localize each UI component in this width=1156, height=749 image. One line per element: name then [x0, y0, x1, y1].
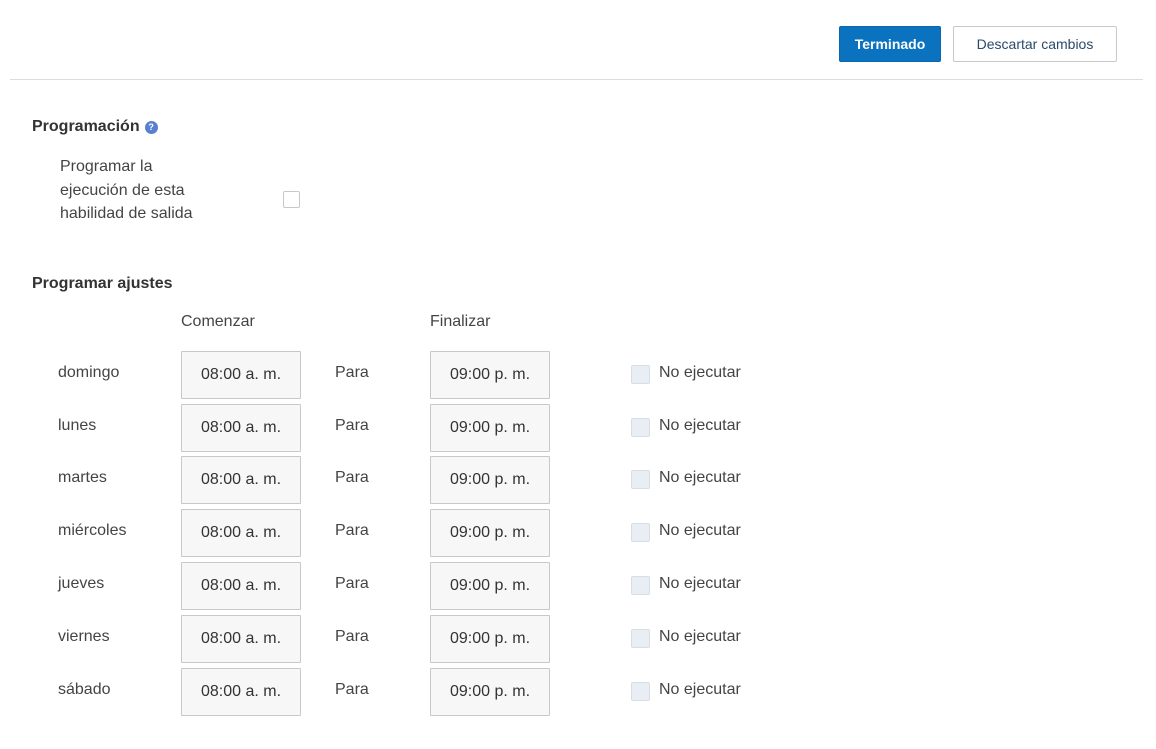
start-time-input[interactable] [181, 562, 301, 610]
end-time-input[interactable] [430, 456, 550, 504]
do-not-run-checkbox[interactable] [631, 365, 650, 384]
to-label: Para [335, 469, 369, 486]
day-row: lunes Para No ejecutar [0, 404, 1156, 452]
end-time-input[interactable] [430, 562, 550, 610]
schedule-title-text: Programación [32, 118, 140, 135]
start-time-input[interactable] [181, 668, 301, 716]
do-not-run-checkbox[interactable] [631, 523, 650, 542]
to-label: Para [335, 575, 369, 592]
day-row: domingo Para No ejecutar [0, 351, 1156, 399]
day-row: miércoles Para No ejecutar [0, 509, 1156, 557]
schedule-enable-label: Programar la ejecución de esta habilidad… [60, 158, 193, 222]
to-label: Para [335, 364, 369, 381]
do-not-run-checkbox[interactable] [631, 470, 650, 489]
day-name: jueves [58, 575, 105, 592]
start-time-input[interactable] [181, 456, 301, 504]
do-not-run-checkbox[interactable] [631, 682, 650, 701]
done-button[interactable]: Terminado [839, 26, 941, 62]
end-time-input[interactable] [430, 615, 550, 663]
do-not-run-label: No ejecutar [659, 469, 741, 486]
do-not-run-label: No ejecutar [659, 681, 741, 698]
do-not-run-label: No ejecutar [659, 628, 741, 645]
end-time-input[interactable] [430, 404, 550, 452]
day-row: martes Para No ejecutar [0, 456, 1156, 504]
end-time-input[interactable] [430, 351, 550, 399]
do-not-run-label: No ejecutar [659, 364, 741, 381]
schedule-enable-checkbox[interactable] [283, 191, 300, 208]
to-label: Para [335, 522, 369, 539]
do-not-run-label: No ejecutar [659, 575, 741, 592]
schedule-section-title: Programación? [32, 118, 158, 136]
start-time-input[interactable] [181, 351, 301, 399]
end-time-input[interactable] [430, 509, 550, 557]
day-row: viernes Para No ejecutar [0, 615, 1156, 663]
day-name: sábado [58, 681, 111, 698]
start-time-input[interactable] [181, 509, 301, 557]
schedule-settings-title: Programar ajustes [32, 275, 173, 292]
day-name: martes [58, 469, 107, 486]
day-row: sábado Para No ejecutar [0, 668, 1156, 716]
day-name: miércoles [58, 522, 127, 539]
day-name: lunes [58, 417, 97, 434]
day-name: domingo [58, 364, 120, 381]
day-row: jueves Para No ejecutar [0, 562, 1156, 610]
to-label: Para [335, 628, 369, 645]
discard-changes-button[interactable]: Descartar cambios [953, 26, 1117, 62]
end-column-header: Finalizar [430, 313, 491, 330]
start-time-input[interactable] [181, 615, 301, 663]
end-time-input[interactable] [430, 668, 550, 716]
help-icon[interactable]: ? [144, 121, 158, 134]
do-not-run-label: No ejecutar [659, 522, 741, 539]
to-label: Para [335, 417, 369, 434]
do-not-run-checkbox[interactable] [631, 576, 650, 595]
to-label: Para [335, 681, 369, 698]
start-time-input[interactable] [181, 404, 301, 452]
do-not-run-label: No ejecutar [659, 417, 741, 434]
start-column-header: Comenzar [181, 313, 255, 330]
do-not-run-checkbox[interactable] [631, 418, 650, 437]
do-not-run-checkbox[interactable] [631, 629, 650, 648]
day-name: viernes [58, 628, 110, 645]
